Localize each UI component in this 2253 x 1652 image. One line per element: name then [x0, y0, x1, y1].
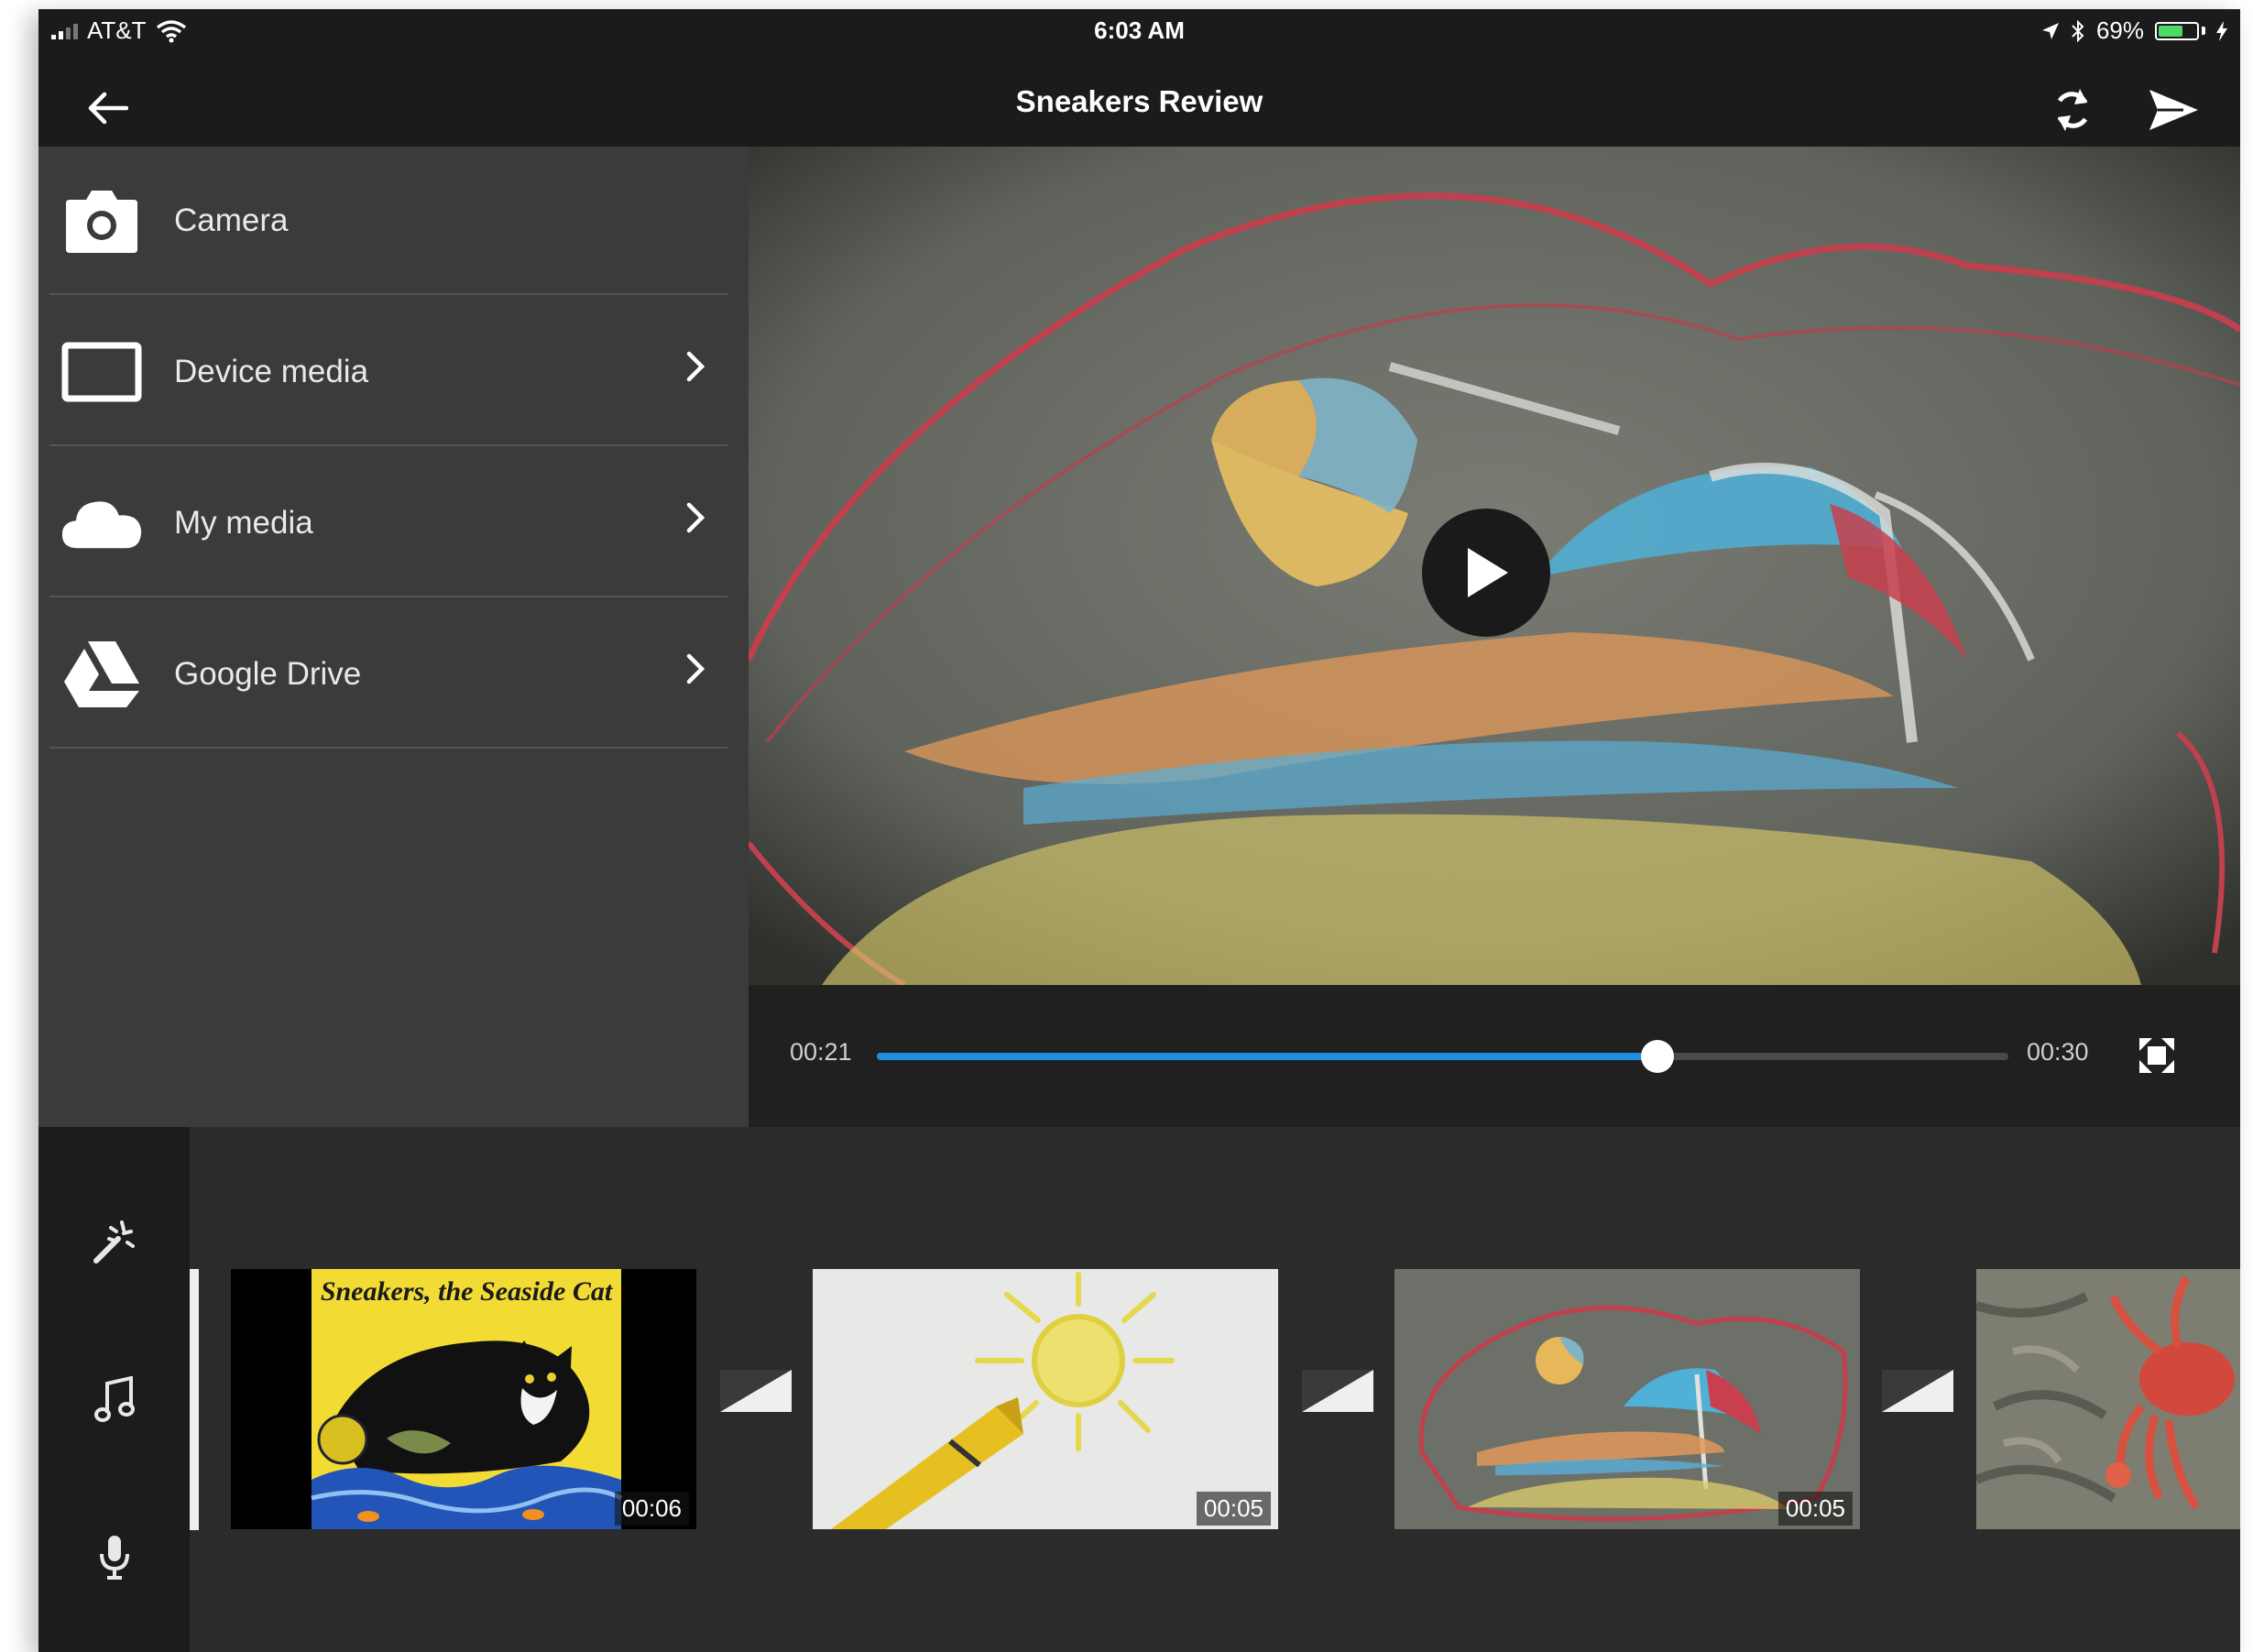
- scrubber-progress: [877, 1053, 1658, 1060]
- video-preview[interactable]: [749, 147, 2240, 985]
- total-time: 00:30: [2027, 1038, 2089, 1066]
- chevron-right-icon: [686, 502, 705, 533]
- charging-bolt-icon: [2216, 20, 2227, 41]
- play-button[interactable]: [1422, 509, 1550, 637]
- crossfade-transition-icon: [1882, 1370, 1953, 1412]
- timeline-clip[interactable]: Sneakers, the Seaside Cat 00:06: [231, 1269, 696, 1529]
- send-button[interactable]: [2141, 78, 2205, 142]
- microphone-icon: [100, 1536, 129, 1580]
- media-source-device-media[interactable]: Device media: [49, 298, 727, 446]
- location-arrow-icon: [2041, 22, 2059, 39]
- music-note-icon: [94, 1376, 135, 1422]
- transition-button[interactable]: [720, 1370, 792, 1412]
- magic-wand-icon: [93, 1220, 135, 1264]
- timeline-playhead[interactable]: [190, 1269, 199, 1530]
- status-bar: AT&T 6:03 AM 69%: [38, 9, 2240, 53]
- voiceover-button[interactable]: [80, 1523, 149, 1592]
- book-cover-thumbnail: Sneakers, the Seaside Cat: [311, 1269, 623, 1529]
- timeline-panel: Sneakers, the Seaside Cat 00:06 00:05 00…: [38, 1127, 2240, 1652]
- sync-button[interactable]: [2040, 78, 2105, 142]
- timeline-tools: [38, 1127, 190, 1652]
- battery-icon: [2155, 21, 2205, 40]
- device-media-icon: [60, 331, 143, 413]
- chalk-beach-thumbnail: [1394, 1269, 1860, 1529]
- transition-button[interactable]: [1302, 1370, 1373, 1412]
- clip-duration: 00:06: [614, 1492, 689, 1526]
- player-controls: 00:21 00:30: [749, 985, 2240, 1127]
- media-source-label: Device media: [174, 354, 369, 389]
- current-time: 00:21: [790, 1038, 852, 1066]
- chevron-right-icon: [686, 653, 705, 684]
- send-icon: [2149, 90, 2198, 130]
- play-icon: [1468, 548, 1508, 597]
- fullscreen-button[interactable]: [2132, 1031, 2182, 1080]
- crab-thumbnail: [1976, 1269, 2240, 1529]
- media-source-label: Camera: [174, 202, 289, 238]
- app-window: AT&T 6:03 AM 69% Sneakers Review Camera …: [38, 9, 2240, 1652]
- crossfade-transition-icon: [1302, 1370, 1373, 1412]
- transition-button[interactable]: [1882, 1370, 1953, 1412]
- magic-wand-button[interactable]: [80, 1208, 149, 1277]
- chevron-right-icon: [686, 351, 705, 382]
- music-button[interactable]: [80, 1365, 149, 1435]
- timeline-clip[interactable]: 00:05: [1394, 1269, 1860, 1529]
- media-source-camera[interactable]: Camera: [49, 147, 727, 295]
- camera-icon: [60, 180, 143, 262]
- sync-icon: [2057, 89, 2088, 131]
- scrubber-track[interactable]: [877, 1040, 2008, 1073]
- page-title: Sneakers Review: [1015, 84, 1263, 118]
- crayon-sun-thumbnail: [813, 1269, 1278, 1529]
- media-source-label: My media: [174, 505, 313, 541]
- google-drive-icon: [60, 633, 143, 716]
- media-source-google-drive[interactable]: Google Drive: [49, 600, 727, 749]
- scrubber-thumb[interactable]: [1641, 1040, 1675, 1073]
- clock: 6:03 AM: [1094, 16, 1185, 44]
- top-bar: AT&T 6:03 AM 69% Sneakers Review: [38, 9, 2240, 147]
- crossfade-transition-icon: [720, 1370, 792, 1412]
- media-source-my-media[interactable]: My media: [49, 449, 727, 597]
- battery-percent: 69%: [2095, 16, 2144, 44]
- clip-duration: 00:05: [1777, 1492, 1853, 1526]
- bluetooth-icon: [2072, 19, 2084, 42]
- media-source-panel: Camera Device media My media Google Driv…: [38, 147, 749, 1127]
- clip-duration: 00:05: [1196, 1492, 1271, 1526]
- timeline-clip[interactable]: 00:05: [813, 1269, 1278, 1529]
- fullscreen-icon: [2139, 1038, 2174, 1073]
- media-source-label: Google Drive: [174, 656, 362, 692]
- book-cover-title: Sneakers, the Seaside Cat: [321, 1276, 614, 1307]
- cloud-icon: [60, 482, 143, 564]
- timeline-clip[interactable]: [1976, 1269, 2240, 1529]
